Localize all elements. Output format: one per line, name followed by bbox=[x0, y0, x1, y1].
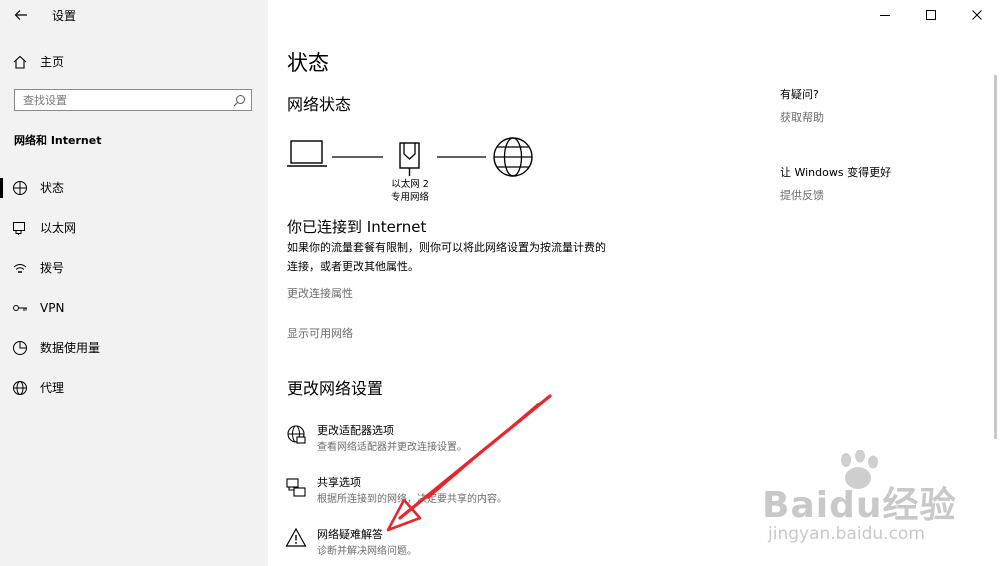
ethernet-adapter-icon bbox=[399, 142, 420, 176]
network-status-heading: 网络状态 bbox=[287, 95, 352, 114]
close-icon bbox=[972, 10, 982, 20]
page-title: 状态 bbox=[287, 51, 329, 75]
vpn-icon bbox=[13, 305, 27, 311]
connected-heading: 你已连接到 Internet bbox=[287, 218, 427, 236]
sidebar-item-label: VPN bbox=[40, 301, 65, 315]
back-arrow-icon bbox=[14, 10, 27, 20]
ethernet-icon bbox=[13, 222, 25, 235]
sidebar-item-ethernet[interactable]: 以太网 bbox=[0, 210, 268, 246]
search-icon[interactable] bbox=[233, 94, 246, 107]
show-available-networks-link[interactable]: 显示可用网络 bbox=[287, 325, 353, 341]
globe-icon bbox=[493, 137, 533, 177]
sidebar-item-label: 主页 bbox=[40, 55, 65, 69]
help-heading: 有疑问? bbox=[780, 88, 819, 101]
change-settings-heading: 更改网络设置 bbox=[287, 379, 384, 398]
window-controls bbox=[862, 0, 1000, 30]
sidebar-section-title: 网络和 Internet bbox=[14, 134, 102, 147]
watermark: Baidu经验 jingyan.baidu.com bbox=[760, 450, 980, 560]
window-title: 设置 bbox=[52, 9, 77, 23]
maximize-button[interactable] bbox=[908, 0, 954, 30]
option-description: 诊断并解决网络问题。 bbox=[317, 546, 417, 557]
sidebar-item-data-usage[interactable]: 数据使用量 bbox=[0, 330, 268, 366]
option-title: 网络疑难解答 bbox=[317, 528, 383, 541]
status-icon bbox=[13, 181, 27, 195]
proxy-icon bbox=[13, 381, 27, 395]
scrollbar[interactable] bbox=[994, 75, 997, 439]
feedback-heading: 让 Windows 变得更好 bbox=[780, 166, 892, 179]
watermark-url: jingyan.baidu.com bbox=[768, 524, 925, 544]
network-type: 专用网络 bbox=[390, 192, 429, 203]
sidebar-item-label: 代理 bbox=[40, 381, 65, 395]
sidebar-item-status[interactable]: 状态 bbox=[0, 170, 268, 206]
search-input[interactable] bbox=[23, 92, 223, 108]
sidebar-item-label: 以太网 bbox=[40, 221, 77, 235]
sidebar-item-label: 数据使用量 bbox=[40, 341, 101, 355]
network-diagram bbox=[287, 137, 533, 177]
sidebar: 设置 主页 网络和 Internet 状态 以太网 bbox=[0, 0, 268, 566]
option-title: 共享选项 bbox=[317, 476, 361, 489]
adapter-icon bbox=[287, 425, 306, 444]
adapter-caption: 以太网 2 专用网络 bbox=[380, 178, 440, 204]
sharing-icon bbox=[286, 478, 306, 497]
home-icon bbox=[13, 55, 27, 69]
adapter-name: 以太网 2 bbox=[391, 179, 429, 190]
sidebar-item-dialup[interactable]: 拨号 bbox=[0, 250, 268, 286]
dialup-icon bbox=[13, 264, 27, 273]
description-line: 如果你的流量套餐有限制，则你可以将此网络设置为按流量计费的 bbox=[287, 241, 606, 254]
maximize-icon bbox=[926, 10, 936, 20]
warning-icon bbox=[285, 527, 307, 547]
change-connection-properties-link[interactable]: 更改连接属性 bbox=[287, 285, 353, 301]
back-button[interactable] bbox=[8, 4, 36, 26]
sidebar-item-vpn[interactable]: VPN bbox=[0, 290, 268, 326]
watermark-brand: Baidu经验 bbox=[762, 485, 957, 526]
sidebar-item-label: 拨号 bbox=[40, 261, 65, 275]
get-help-link[interactable]: 获取帮助 bbox=[780, 109, 824, 125]
minimize-button[interactable] bbox=[862, 0, 908, 30]
search-box[interactable] bbox=[14, 89, 252, 111]
laptop-icon bbox=[287, 140, 327, 167]
connected-description: 如果你的流量套餐有限制，则你可以将此网络设置为按流量计费的 连接，或者更改其他属… bbox=[287, 238, 606, 276]
give-feedback-link[interactable]: 提供反馈 bbox=[780, 187, 824, 203]
sidebar-item-proxy[interactable]: 代理 bbox=[0, 370, 268, 406]
data-usage-icon bbox=[13, 341, 27, 355]
sidebar-item-label: 状态 bbox=[40, 181, 65, 195]
close-button[interactable] bbox=[954, 0, 1000, 30]
minimize-icon bbox=[880, 15, 890, 16]
annotation-arrow bbox=[386, 394, 552, 532]
description-line: 连接，或者更改其他属性。 bbox=[287, 260, 419, 273]
sidebar-item-home[interactable]: 主页 bbox=[0, 44, 268, 80]
